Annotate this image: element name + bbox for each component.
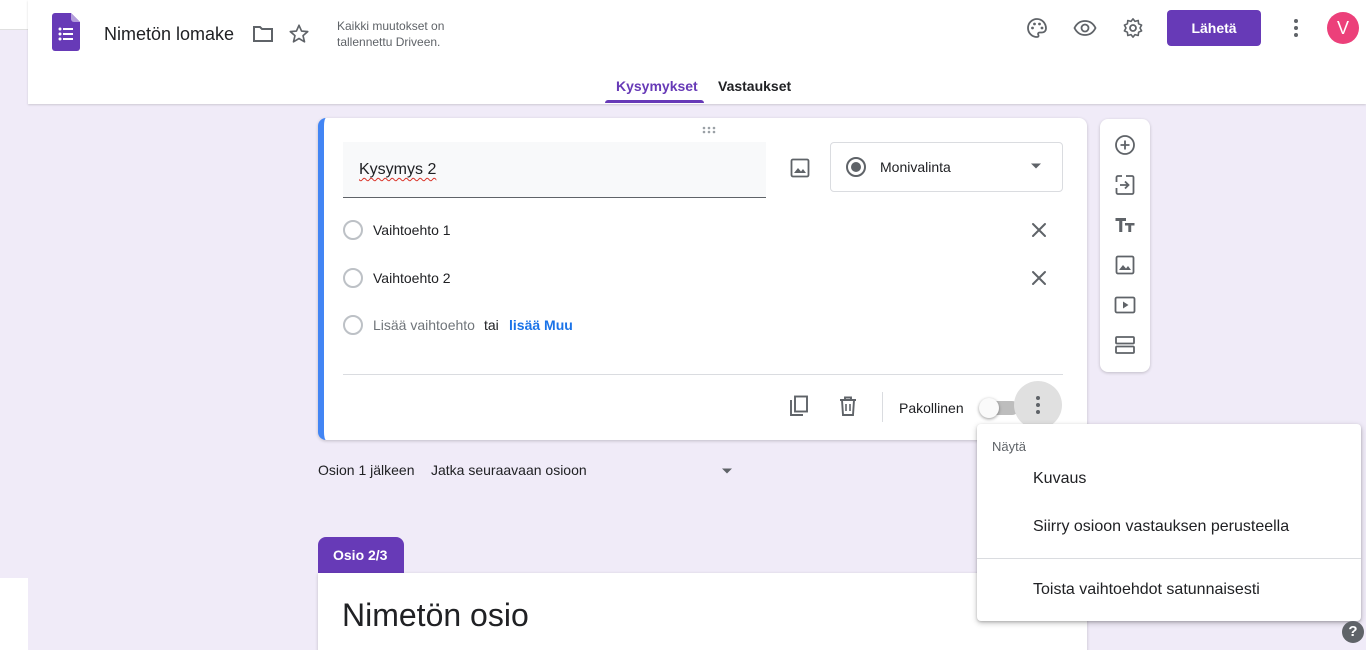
card-divider: [343, 374, 1063, 375]
section-title[interactable]: Nimetön osio: [342, 597, 529, 634]
add-section-icon[interactable]: [1113, 333, 1137, 357]
remove-option-close-icon[interactable]: [1027, 266, 1051, 290]
save-status-line2: tallennettu Driveen.: [337, 35, 441, 49]
settings-gear-icon[interactable]: [1121, 16, 1145, 40]
delete-trash-icon[interactable]: [836, 394, 860, 418]
add-image-icon[interactable]: [1113, 253, 1137, 277]
radio-empty-icon: [343, 315, 363, 335]
question-type-select[interactable]: Monivalinta: [830, 142, 1063, 192]
add-other-link[interactable]: lisää Muu: [509, 317, 573, 333]
question-type-label: Monivalinta: [880, 159, 951, 175]
add-title-text-icon[interactable]: [1113, 213, 1137, 237]
import-questions-icon[interactable]: [1113, 173, 1137, 197]
side-toolbar: [1100, 119, 1150, 372]
more-options-menu: Näytä Kuvaus Siirry osioon vastauksen pe…: [977, 424, 1361, 621]
add-image-icon[interactable]: [788, 156, 812, 180]
duplicate-copy-icon[interactable]: [787, 394, 811, 418]
more-vert-icon: [1036, 396, 1040, 414]
footer-separator: [882, 392, 883, 422]
palette-icon[interactable]: [1025, 16, 1049, 40]
question-title-text: Kysymys 2: [359, 161, 437, 178]
required-label: Pakollinen: [899, 400, 964, 416]
radio-checked-icon: [846, 157, 866, 177]
drag-handle-icon[interactable]: [702, 126, 718, 134]
tab-questions[interactable]: Kysymykset: [616, 78, 698, 94]
form-title[interactable]: Nimetön lomake: [104, 24, 234, 45]
menu-item-go-to-section[interactable]: Siirry osioon vastauksen perusteella: [1033, 518, 1289, 536]
add-video-icon[interactable]: [1113, 293, 1137, 317]
app-header: Nimetön lomake Kaikki muutokset on talle…: [28, 0, 1366, 104]
avatar[interactable]: V: [1327, 12, 1359, 44]
menu-item-description[interactable]: Kuvaus: [1033, 470, 1086, 488]
preview-eye-icon[interactable]: [1073, 16, 1097, 40]
caret-down-icon: [1031, 163, 1041, 169]
more-options-button[interactable]: [1014, 381, 1062, 429]
left-strip-bg: [0, 30, 28, 578]
option-label[interactable]: Vaihtoehto 2: [373, 270, 451, 286]
send-button[interactable]: Lähetä: [1167, 10, 1261, 46]
help-icon[interactable]: ?: [1342, 621, 1364, 643]
more-vert-icon[interactable]: [1284, 16, 1308, 40]
add-option-row[interactable]: Lisää vaihtoehto tai lisää Muu: [343, 311, 1063, 341]
left-strip: [0, 0, 28, 650]
or-text: tai: [484, 317, 499, 333]
star-icon[interactable]: [288, 23, 310, 45]
remove-option-close-icon[interactable]: [1027, 218, 1051, 242]
section-tab: Osio 2/3: [318, 537, 404, 573]
menu-divider: [977, 558, 1361, 559]
option-row[interactable]: Vaihtoehto 1: [343, 216, 1063, 246]
active-tab-indicator: [605, 100, 704, 103]
add-option-link[interactable]: Lisää vaihtoehto: [373, 317, 475, 333]
menu-item-shuffle-options[interactable]: Toista vaihtoehdot satunnaisesti: [1033, 581, 1260, 599]
required-toggle-knob[interactable]: [979, 398, 999, 418]
tab-responses[interactable]: Vastaukset: [718, 78, 791, 94]
radio-empty-icon: [343, 220, 363, 240]
add-question-icon[interactable]: [1113, 133, 1137, 157]
save-status: Kaikki muutokset on tallennettu Driveen.: [337, 18, 477, 50]
after-section-label: Osion 1 jälkeen: [318, 462, 415, 478]
save-status-line1: Kaikki muutokset on: [337, 19, 445, 33]
after-section-select[interactable]: Jatka seuraavaan osioon: [431, 462, 587, 478]
left-strip-top: [0, 0, 28, 30]
section-card[interactable]: Nimetön osio: [318, 573, 1087, 650]
question-card[interactable]: Kysymys 2 Monivalinta Vaihtoehto 1 Vaiht…: [318, 118, 1087, 440]
menu-heading: Näytä: [992, 439, 1026, 454]
radio-empty-icon: [343, 268, 363, 288]
option-label[interactable]: Vaihtoehto 1: [373, 222, 451, 238]
forms-logo-icon[interactable]: [52, 13, 80, 51]
option-row[interactable]: Vaihtoehto 2: [343, 264, 1063, 294]
caret-down-icon[interactable]: [720, 466, 734, 476]
folder-icon[interactable]: [252, 24, 274, 44]
question-title-input[interactable]: Kysymys 2: [343, 142, 766, 198]
